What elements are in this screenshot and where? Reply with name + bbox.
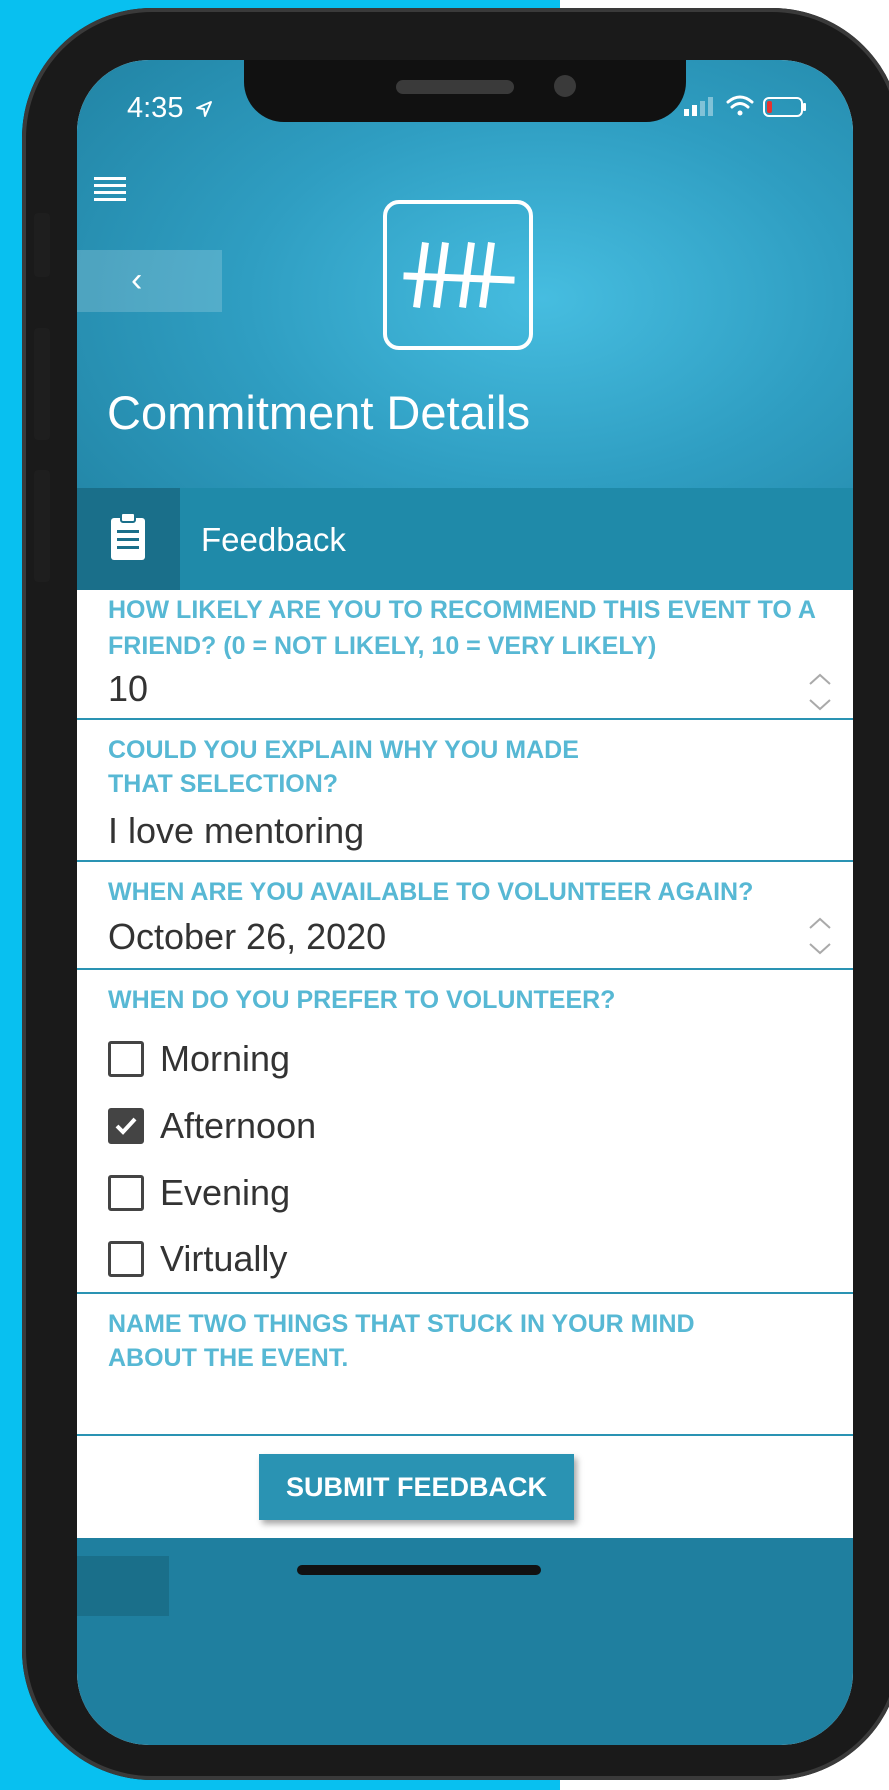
- location-arrow-icon: [195, 101, 212, 118]
- availability-field[interactable]: WHEN ARE YOU AVAILABLE TO VOLUNTEER AGAI…: [77, 862, 853, 970]
- page-title: Commitment Details: [107, 386, 531, 439]
- wifi-icon: [726, 95, 754, 116]
- recommend-field[interactable]: HOW LIKELY ARE YOU TO RECOMMEND THIS EVE…: [77, 590, 853, 720]
- mute-switch: [34, 213, 50, 277]
- checkbox-box[interactable]: [108, 1041, 144, 1077]
- volume-down-button: [34, 470, 50, 582]
- status-time: 4:35: [127, 92, 214, 125]
- checkbox-label: Virtually: [160, 1238, 288, 1279]
- explain-field[interactable]: COULD YOU EXPLAIN WHY YOU MADE THAT SELE…: [77, 720, 853, 862]
- section-bar: Feedback: [77, 488, 853, 590]
- status-icons: [682, 90, 812, 124]
- header: 4:35 ‹ Commitment Details Feedback: [77, 60, 853, 590]
- back-button[interactable]: ‹: [77, 250, 222, 312]
- checkbox-box[interactable]: [108, 1241, 144, 1277]
- memorable-label-line1: NAME TWO THINGS THAT STUCK IN YOUR MIND: [108, 1310, 695, 1338]
- app-screen: 4:35 ‹ Commitment Details Feedback HOW L…: [77, 60, 853, 1745]
- checkbox-label: Evening: [160, 1172, 291, 1213]
- stepper-icon[interactable]: [807, 670, 833, 714]
- checkbox-virtually[interactable]: Virtually: [108, 1234, 287, 1284]
- checkbox-box[interactable]: [108, 1175, 144, 1211]
- hamburger-menu-icon[interactable]: [94, 175, 126, 203]
- signal-bars-icon: [684, 97, 713, 116]
- memorable-field[interactable]: NAME TWO THINGS THAT STUCK IN YOUR MIND …: [77, 1294, 853, 1436]
- section-icon-box: [77, 488, 180, 590]
- chevron-left-icon: ‹: [131, 261, 143, 299]
- checkmark-icon: [115, 1117, 137, 1135]
- battery-low-icon: [763, 97, 806, 117]
- recommend-value[interactable]: 10: [108, 668, 148, 710]
- camera: [554, 75, 576, 97]
- speaker: [396, 80, 514, 94]
- volume-up-button: [34, 328, 50, 440]
- checkbox-label: Afternoon: [160, 1105, 317, 1146]
- explain-label-line2: THAT SELECTION?: [108, 770, 339, 798]
- bottom-nav-left[interactable]: [77, 1556, 169, 1616]
- home-indicator[interactable]: [297, 1565, 541, 1575]
- preference-field: WHEN DO YOU PREFER TO VOLUNTEER? Morning…: [77, 970, 853, 1294]
- checkbox-afternoon[interactable]: Afternoon: [108, 1101, 316, 1151]
- stepper-icon[interactable]: [807, 914, 833, 958]
- memorable-label-line2: ABOUT THE EVENT.: [108, 1344, 349, 1372]
- recommend-label: HOW LIKELY ARE YOU TO RECOMMEND THIS EVE…: [108, 596, 816, 660]
- checkbox-evening[interactable]: Evening: [108, 1168, 290, 1218]
- explain-label-line1: COULD YOU EXPLAIN WHY YOU MADE: [108, 736, 579, 764]
- clipboard-icon: [111, 512, 145, 560]
- preference-label: WHEN DO YOU PREFER TO VOLUNTEER?: [108, 986, 616, 1014]
- bottom-bar: [77, 1538, 853, 1745]
- checkbox-morning[interactable]: Morning: [108, 1034, 290, 1084]
- notch: [244, 60, 686, 122]
- availability-label: WHEN ARE YOU AVAILABLE TO VOLUNTEER AGAI…: [108, 878, 754, 906]
- checkbox-box-checked[interactable]: [108, 1108, 144, 1144]
- checkbox-label: Morning: [160, 1038, 291, 1079]
- status-time-text: 4:35: [127, 92, 184, 124]
- explain-value[interactable]: I love mentoring: [108, 810, 364, 852]
- app-logo-icon: [383, 200, 533, 350]
- section-label: Feedback: [201, 521, 346, 558]
- availability-value[interactable]: October 26, 2020: [108, 916, 386, 958]
- submit-feedback-button[interactable]: SUBMIT FEEDBACK: [259, 1454, 574, 1520]
